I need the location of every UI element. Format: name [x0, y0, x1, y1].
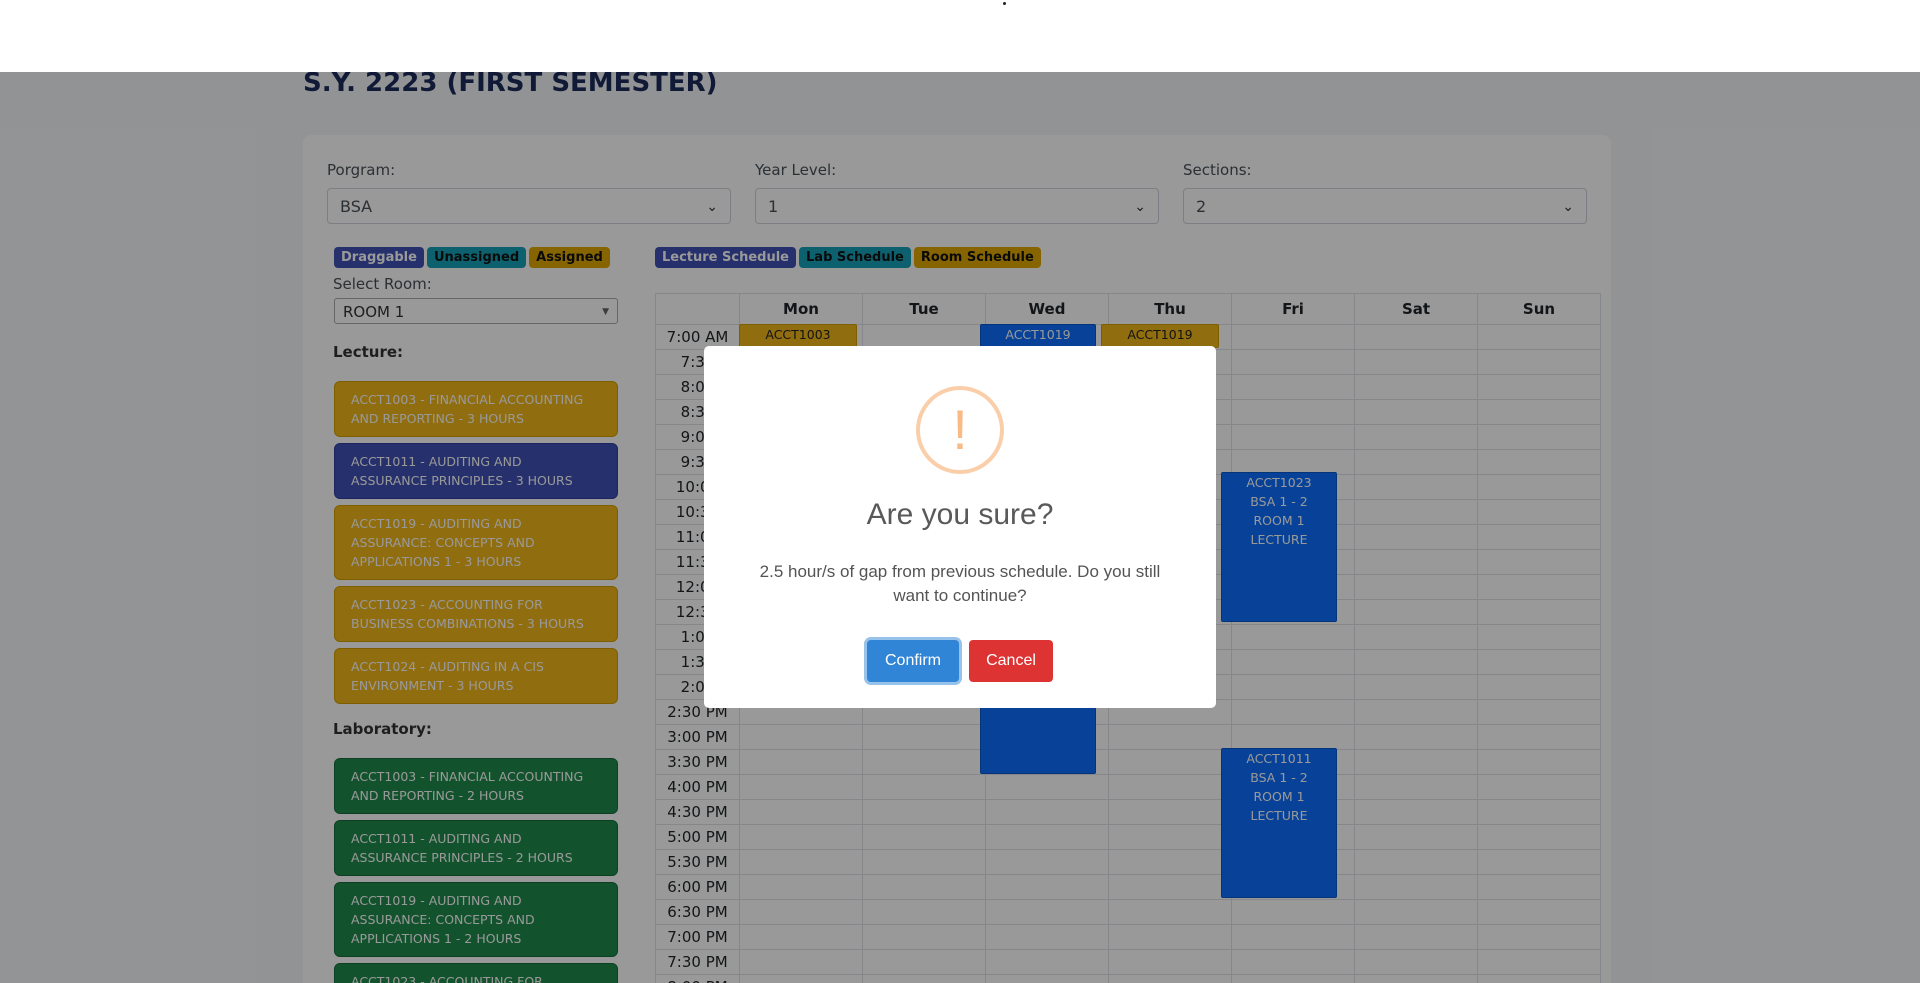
cancel-button[interactable]: Cancel [969, 640, 1053, 682]
dialog-title: Are you sure? [866, 498, 1054, 531]
exclamation-icon: ! [952, 398, 968, 461]
confirm-button[interactable]: Confirm [867, 640, 959, 682]
navbar-dot [1003, 2, 1006, 5]
dialog-message: 2.5 hour/s of gap from previous schedule… [759, 562, 1161, 605]
confirm-dialog: ! Are you sure? 2.5 hour/s of gap from p… [704, 346, 1216, 708]
top-navbar [0, 0, 1920, 72]
warning-icon: ! [916, 386, 1004, 474]
